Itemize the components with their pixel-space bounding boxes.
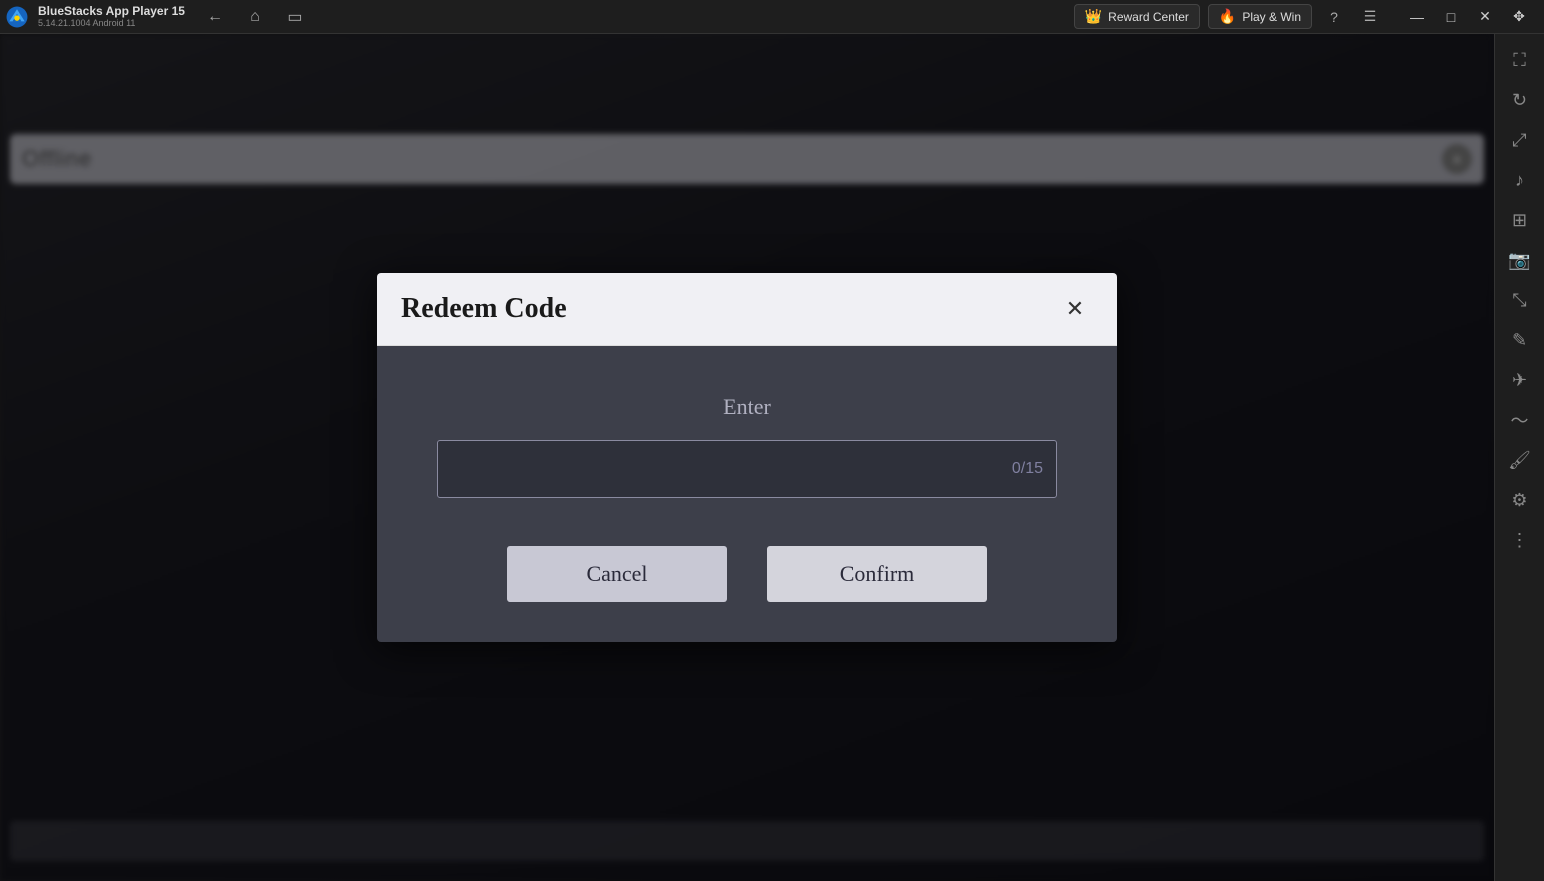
redeem-code-dialog: Redeem Code ✕ Enter 0/15 Cancel Confirm (377, 273, 1117, 642)
titlebar: BlueStacks App Player 15 5.14.21.1004 An… (0, 0, 1544, 34)
copy-button[interactable]: ▭ (281, 3, 309, 31)
window-controls: — □ ✕ ✥ (1400, 0, 1536, 34)
close-button[interactable]: ✕ (1468, 0, 1502, 34)
crown-icon: 👑 (1085, 8, 1102, 25)
edit-sidebar-icon[interactable]: ✎ (1502, 322, 1538, 358)
right-sidebar: ⛶ ↻ ⤢ ♪ ⊞ 📷 ⤡ ✎ ✈ 〜 🖌 ⚙ ⋮ (1494, 34, 1544, 881)
maximize-button[interactable]: □ (1434, 0, 1468, 34)
play-win-button[interactable]: 🔥 Play & Win (1208, 4, 1312, 29)
modal-overlay: Redeem Code ✕ Enter 0/15 Cancel Confirm (0, 34, 1494, 881)
settings-sidebar-icon[interactable]: ⚙ (1502, 482, 1538, 518)
main-content: Offline ≡ Redeem Code ✕ Enter 0/15 Cance… (0, 34, 1494, 881)
app-version: 5.14.21.1004 Android 11 (38, 18, 185, 29)
fullscreen-sidebar-icon[interactable]: ⤢ (1502, 122, 1538, 158)
minimize-button[interactable]: — (1400, 0, 1434, 34)
titlebar-nav: ← ⌂ ▭ (201, 3, 309, 31)
bluestacks-logo (0, 0, 34, 34)
dialog-body: Enter 0/15 Cancel Confirm (377, 346, 1117, 642)
dialog-title: Redeem Code (401, 293, 567, 325)
dialog-close-button[interactable]: ✕ (1057, 291, 1093, 327)
code-input[interactable] (437, 440, 1057, 498)
reward-center-button[interactable]: 👑 Reward Center (1074, 4, 1200, 29)
resize-sidebar-icon[interactable]: ⤡ (1502, 282, 1538, 318)
shake-sidebar-icon[interactable]: 〜 (1502, 402, 1538, 438)
paint-sidebar-icon[interactable]: 🖌 (1502, 442, 1538, 478)
more-sidebar-icon[interactable]: ⋮ (1502, 522, 1538, 558)
confirm-button[interactable]: Confirm (767, 546, 987, 602)
titlebar-right: 👑 Reward Center 🔥 Play & Win ? ☰ — □ ✕ ✥ (1074, 0, 1544, 34)
expand-sidebar-icon[interactable]: ⛶ (1502, 42, 1538, 78)
app-name-group: BlueStacks App Player 15 5.14.21.1004 An… (38, 4, 185, 29)
reward-center-label: Reward Center (1108, 10, 1189, 24)
dialog-buttons: Cancel Confirm (437, 546, 1057, 602)
apk-sidebar-icon[interactable]: ⊞ (1502, 202, 1538, 238)
volume-sidebar-icon[interactable]: ♪ (1502, 162, 1538, 198)
enter-label: Enter (437, 394, 1057, 420)
screenshot-sidebar-icon[interactable]: 📷 (1502, 242, 1538, 278)
cancel-button[interactable]: Cancel (507, 546, 727, 602)
hamburger-button[interactable]: ☰ (1356, 3, 1384, 31)
app-name: BlueStacks App Player 15 (38, 4, 185, 18)
help-button[interactable]: ? (1320, 3, 1348, 31)
code-input-wrapper: 0/15 (437, 440, 1057, 498)
home-button[interactable]: ⌂ (241, 3, 269, 31)
rotate-sidebar-icon[interactable]: ↻ (1502, 82, 1538, 118)
dialog-header: Redeem Code ✕ (377, 273, 1117, 346)
play-win-label: Play & Win (1242, 10, 1301, 24)
restore-button[interactable]: ✥ (1502, 0, 1536, 34)
plane-sidebar-icon[interactable]: ✈ (1502, 362, 1538, 398)
fire-icon: 🔥 (1219, 8, 1236, 25)
back-button[interactable]: ← (201, 3, 229, 31)
